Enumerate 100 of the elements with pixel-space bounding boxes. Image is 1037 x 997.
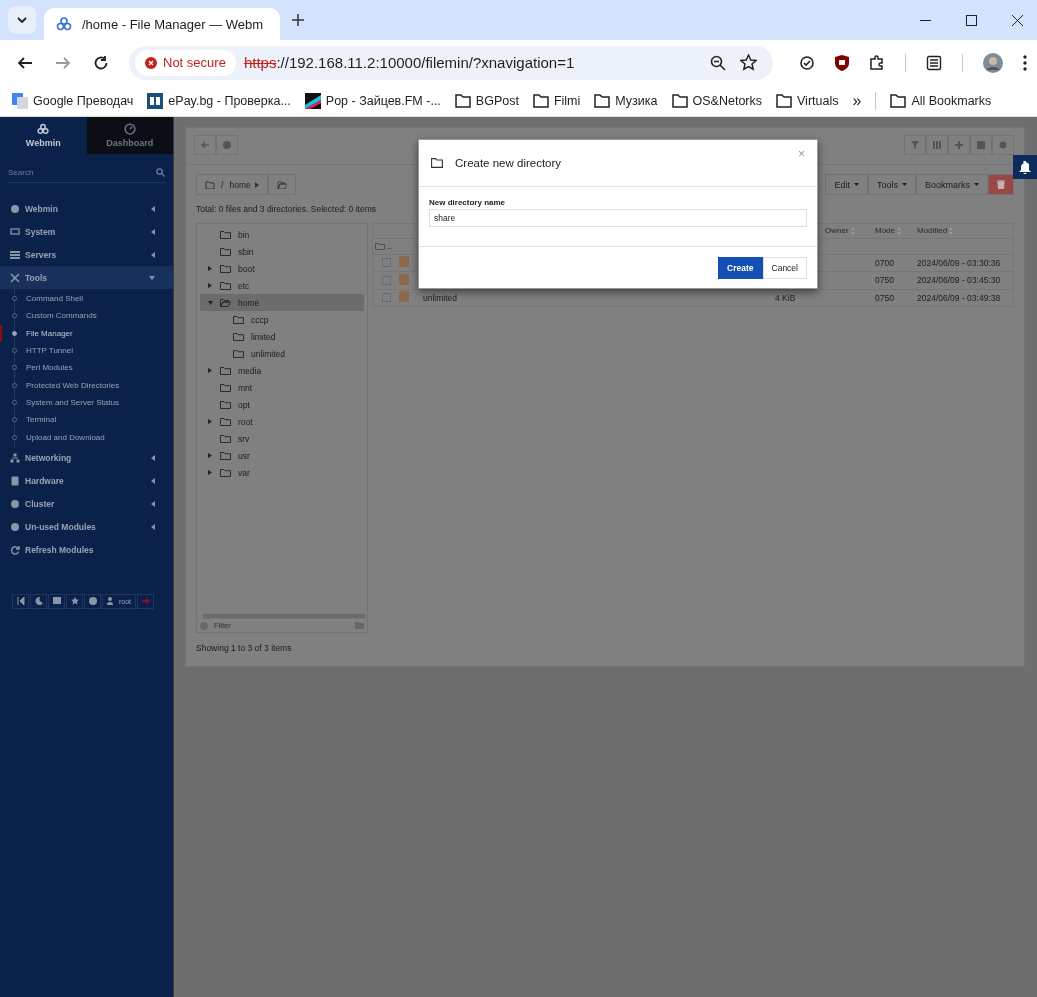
file-name[interactable]: unlimited bbox=[423, 292, 458, 303]
tree-item[interactable]: cccp bbox=[200, 311, 364, 328]
bookmark[interactable]: Pop - Зайцев.FM -... bbox=[304, 92, 441, 109]
forward-icon[interactable] bbox=[55, 54, 71, 71]
sidebar-tab[interactable]: Dashboard bbox=[86, 117, 173, 154]
menu-link[interactable]: HTTP Tunnel bbox=[0, 341, 173, 360]
caret-right-icon[interactable] bbox=[208, 266, 212, 271]
menu-category[interactable]: Hardware bbox=[0, 469, 173, 493]
theme-button[interactable] bbox=[84, 593, 101, 609]
back-icon[interactable] bbox=[17, 54, 33, 71]
tab-list-button[interactable] bbox=[8, 6, 36, 34]
tree-item[interactable]: boot bbox=[200, 260, 364, 277]
tree-item[interactable]: root bbox=[200, 413, 364, 430]
column-header[interactable]: Owner bbox=[825, 226, 875, 236]
tree-item[interactable]: sbin bbox=[200, 243, 364, 260]
folder-icon bbox=[890, 93, 907, 108]
search-field[interactable]: Search bbox=[8, 162, 165, 183]
tree-item[interactable]: etc bbox=[200, 277, 364, 294]
menu-category[interactable]: System bbox=[0, 220, 173, 243]
breadcrumb[interactable]: / home bbox=[196, 174, 268, 195]
column-header[interactable]: Mode bbox=[875, 226, 917, 236]
shield-icon[interactable] bbox=[835, 54, 849, 71]
close-icon[interactable] bbox=[1012, 14, 1023, 26]
favorites-button[interactable] bbox=[66, 593, 83, 609]
caret-right-icon[interactable] bbox=[208, 453, 212, 458]
reload-icon[interactable] bbox=[93, 54, 109, 71]
parent-folder-link[interactable]: .. bbox=[373, 241, 392, 251]
menu-category[interactable]: Refresh Modules bbox=[0, 538, 173, 562]
caret-right-icon[interactable] bbox=[208, 470, 212, 475]
avatar-icon[interactable] bbox=[983, 52, 1003, 73]
menu-category[interactable]: Servers bbox=[0, 243, 173, 266]
menu-button[interactable]: Edit bbox=[825, 174, 868, 195]
caret-left-icon bbox=[151, 478, 155, 485]
tree-item[interactable]: media bbox=[200, 362, 364, 379]
bookmark[interactable]: OS&Netorks bbox=[671, 93, 762, 108]
security-chip[interactable]: Not secure bbox=[135, 49, 236, 76]
caret-right-icon[interactable] bbox=[208, 368, 212, 373]
folder-icon bbox=[532, 93, 549, 108]
star-icon[interactable] bbox=[740, 54, 757, 71]
tree-item[interactable]: srv bbox=[200, 430, 364, 447]
menu-category[interactable]: Un-used Modules bbox=[0, 515, 173, 539]
menu-button[interactable]: Tools bbox=[867, 174, 916, 195]
menu-link[interactable]: Perl Modules bbox=[0, 359, 173, 377]
zoom-icon[interactable] bbox=[710, 54, 726, 71]
reading-list-icon[interactable] bbox=[926, 54, 942, 71]
menu-link[interactable]: Protected Web Directories bbox=[0, 376, 173, 394]
menu-link[interactable]: Command Shell bbox=[0, 290, 173, 308]
menu-category[interactable]: Cluster bbox=[0, 492, 173, 516]
bookmark[interactable]: Музика bbox=[594, 93, 658, 108]
browser-tab[interactable]: /home - File Manager — Webm bbox=[44, 8, 280, 40]
menu-category[interactable]: Webmin bbox=[0, 197, 173, 220]
menu-link[interactable]: System and Server Status bbox=[0, 393, 173, 412]
tree-item[interactable]: bin bbox=[200, 226, 364, 243]
folder-icon bbox=[233, 349, 244, 358]
cancel-button[interactable]: Cancel bbox=[762, 257, 807, 279]
menu-link[interactable]: Upload and Download bbox=[0, 428, 173, 446]
maximize-icon[interactable] bbox=[966, 14, 977, 26]
open-folder-button[interactable] bbox=[267, 174, 296, 195]
notifications-button[interactable] bbox=[1013, 155, 1037, 179]
menu-icon[interactable] bbox=[1023, 54, 1027, 71]
arrow-left-icon bbox=[201, 141, 209, 149]
epay-logo-icon bbox=[147, 92, 164, 109]
folder-icon bbox=[399, 291, 409, 303]
menu-link[interactable]: File Manager bbox=[0, 324, 173, 342]
address-bar[interactable]: Not secure https://192.168.11.2:10000/filemin/?xnavigation=1 bbox=[129, 45, 773, 80]
menu-link[interactable]: Terminal bbox=[0, 411, 173, 429]
caret-right-icon[interactable] bbox=[208, 419, 212, 424]
bookmark[interactable]: Filmi bbox=[532, 93, 581, 108]
menu-link[interactable]: Custom Commands bbox=[0, 307, 173, 325]
tree-item[interactable]: home bbox=[200, 294, 364, 311]
caret-left-icon bbox=[151, 251, 155, 258]
all-bookmarks-button[interactable]: All Bookmarks bbox=[890, 93, 992, 108]
tree-item[interactable]: opt bbox=[200, 396, 364, 413]
bookmark[interactable]: Virtuals bbox=[776, 93, 839, 108]
menu-button[interactable]: Bookmarks bbox=[916, 174, 988, 195]
tree-item[interactable]: usr bbox=[200, 447, 364, 464]
more-bookmarks-button[interactable]: » bbox=[852, 91, 862, 110]
input-field[interactable]: share bbox=[429, 209, 807, 227]
tree-item[interactable]: mnt bbox=[200, 379, 364, 396]
caret-down-icon[interactable] bbox=[208, 300, 213, 305]
collapse-icon bbox=[16, 597, 25, 606]
column-header[interactable]: Modified bbox=[917, 226, 1013, 236]
terminal-button[interactable] bbox=[48, 593, 65, 609]
create-button[interactable]: Create bbox=[718, 257, 763, 279]
webmin-logo-icon bbox=[37, 123, 50, 135]
collapse-button[interactable] bbox=[12, 593, 29, 609]
folder-icon bbox=[220, 366, 231, 375]
bookmark[interactable]: ePay.bg - Проверка... bbox=[147, 92, 291, 109]
columns-icon bbox=[933, 141, 941, 149]
logout-icon bbox=[141, 597, 150, 606]
tree-item[interactable]: unlimited bbox=[200, 345, 364, 362]
new-tab-icon[interactable] bbox=[292, 14, 304, 26]
caret-right-icon[interactable] bbox=[208, 283, 212, 288]
menu-category[interactable]: Networking bbox=[0, 446, 173, 470]
bookmark[interactable]: Google Преводач bbox=[12, 92, 134, 109]
tree-item[interactable]: var bbox=[200, 464, 364, 481]
bookmark[interactable]: BGPost bbox=[454, 93, 519, 108]
menu-category[interactable]: Tools bbox=[0, 266, 173, 289]
tree-item[interactable]: limited bbox=[200, 328, 364, 345]
night-mode-button[interactable] bbox=[30, 593, 47, 609]
